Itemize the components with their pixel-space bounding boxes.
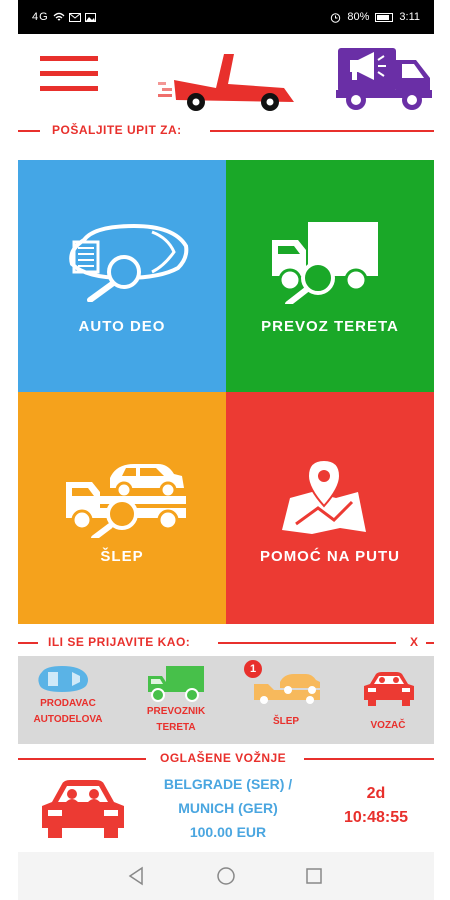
- tow-truck-icon: [254, 674, 320, 704]
- role-prevoznik-label-1: PREVOZNIK: [146, 706, 206, 717]
- navigation-bar: [18, 852, 434, 900]
- announced-rides-divider: OGLAŠENE VOŽNJE: [18, 750, 434, 768]
- status-right: 80% 3:11: [330, 11, 420, 23]
- car-icon: [38, 666, 88, 692]
- ride-route: BELGRADE (SER) / MUNICH (GER) 100.00 EUR: [158, 772, 298, 844]
- role-prodavac-label-2: AUTODELOVA: [33, 714, 103, 725]
- login-as-divider: ILI SE PRIJAVITE KAO: X: [18, 634, 434, 652]
- back-icon[interactable]: [126, 866, 146, 886]
- tow-truck-search-icon: [66, 464, 186, 538]
- tile-auto-deo[interactable]: AUTO DEO: [18, 160, 226, 392]
- car-part-search-icon: [69, 223, 189, 302]
- role-prodavac-label-1: PRODAVAC: [40, 698, 96, 709]
- image-icon: [84, 12, 96, 22]
- send-request-divider: POŠALJITE UPIT ZA:: [18, 122, 434, 140]
- login-as-label: ILI SE PRIJAVITE KAO:: [48, 635, 191, 649]
- role-vozac-label: VOZAČ: [370, 720, 406, 731]
- tile-pomoc-na-putu[interactable]: POMOĆ NA PUTU: [226, 392, 434, 624]
- ride-price: 100.00 EUR: [189, 824, 267, 840]
- tile-slep-label: ŠLEP: [100, 548, 144, 565]
- truck-icon: [148, 666, 204, 702]
- ride-countdown-days: 2d: [366, 785, 386, 802]
- ride-list-item[interactable]: BELGRADE (SER) / MUNICH (GER) 100.00 EUR…: [18, 770, 434, 852]
- status-left: 4G: [32, 11, 96, 23]
- clock: 3:11: [399, 11, 420, 23]
- send-request-label: POŠALJITE UPIT ZA:: [52, 123, 182, 137]
- request-grid: AUTO DEO PREVOZ TERETA ŠLEP POMOĆ NA PUT…: [18, 160, 434, 624]
- tile-prevoz-tereta-label: PREVOZ TERETA: [261, 318, 399, 335]
- announced-rides-label: OGLAŠENE VOŽNJE: [160, 751, 287, 765]
- cargo-truck-search-icon: [272, 222, 378, 304]
- role-vozac[interactable]: VOZAČ: [342, 656, 434, 744]
- passenger-car-icon: [364, 672, 414, 706]
- role-slep[interactable]: 1 ŠLEP: [234, 656, 338, 744]
- tile-slep[interactable]: ŠLEP: [18, 392, 226, 624]
- role-slep-label: ŠLEP: [272, 716, 300, 727]
- battery-percent: 80%: [347, 11, 370, 23]
- recents-icon[interactable]: [304, 866, 324, 886]
- top-bar: [18, 34, 434, 119]
- tow-truck-logo: [158, 54, 294, 111]
- role-prodavac-autodelova[interactable]: PRODAVAC AUTODELOVA: [18, 656, 118, 744]
- role-prevoznik-tereta[interactable]: PREVOZNIK TERETA: [122, 656, 230, 744]
- role-prevoznik-label-2: TERETA: [156, 722, 196, 733]
- signal-icon: 4G: [32, 11, 49, 23]
- alarm-icon: [331, 12, 341, 23]
- mail-icon: [68, 12, 81, 22]
- role-bar: PRODAVAC AUTODELOVA PREVOZNIK TERETA 1 Š…: [18, 656, 434, 744]
- tile-prevoz-tereta[interactable]: PREVOZ TERETA: [226, 160, 434, 392]
- map-pin-icon: [282, 458, 366, 534]
- status-bar: 4G 80% 3:11: [18, 0, 434, 34]
- ride-countdown: 2d 10:48:55: [318, 782, 434, 830]
- battery-icon: [375, 12, 394, 22]
- megaphone-truck-icon[interactable]: [336, 46, 432, 112]
- tile-pomoc-na-putu-label: POMOĆ NA PUTU: [260, 548, 400, 565]
- login-as-close-button[interactable]: X: [410, 635, 419, 649]
- home-icon[interactable]: [216, 866, 236, 886]
- ride-route-line-1: BELGRADE (SER) /: [163, 776, 293, 792]
- wifi-icon: [53, 12, 65, 21]
- hamburger-menu-icon[interactable]: [40, 56, 98, 96]
- passenger-car-icon: [42, 780, 124, 838]
- ride-countdown-clock: 10:48:55: [343, 809, 409, 826]
- ride-route-line-2: MUNICH (GER): [178, 800, 278, 816]
- tile-auto-deo-label: AUTO DEO: [78, 318, 166, 335]
